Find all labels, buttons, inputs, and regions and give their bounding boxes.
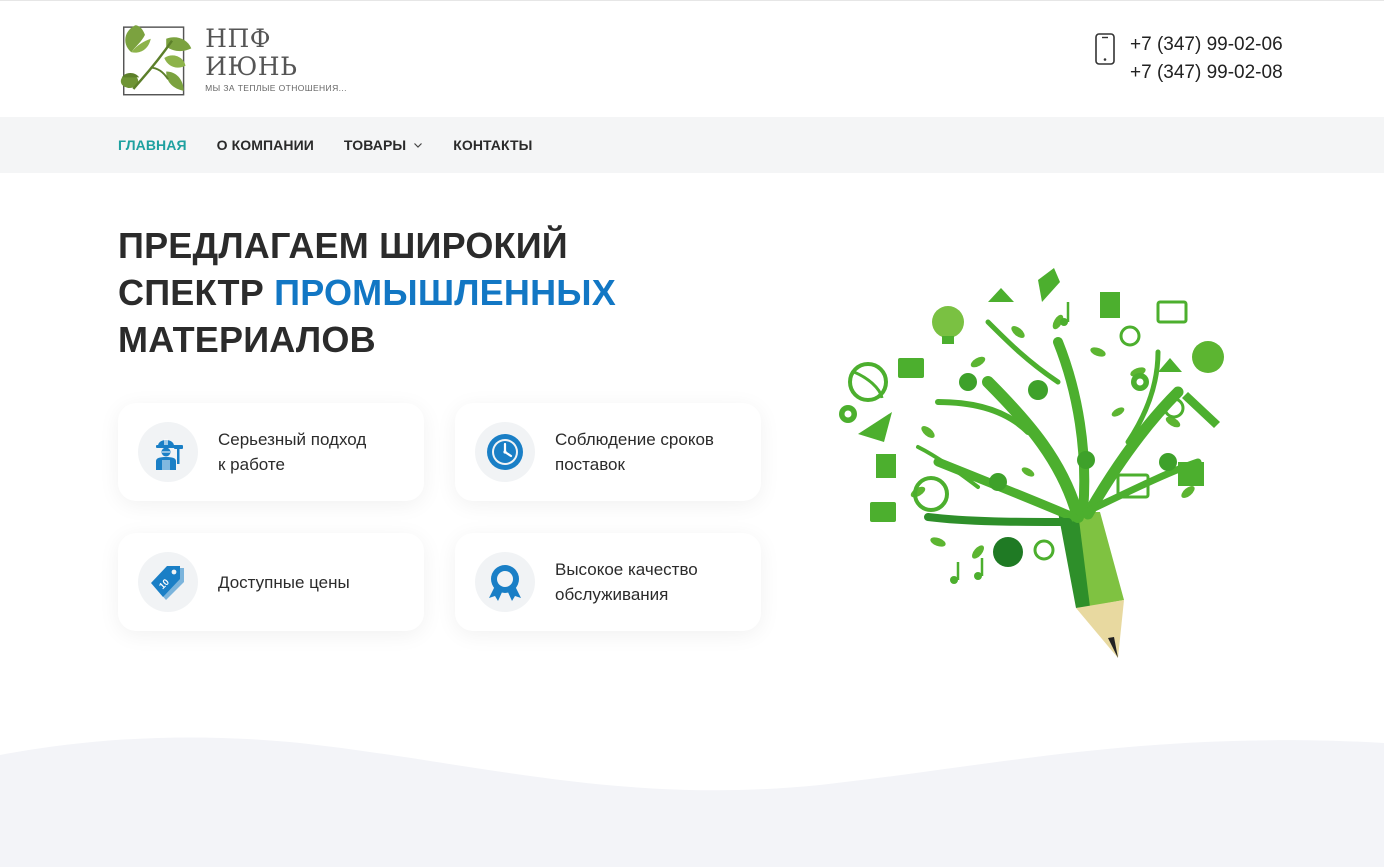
nav-item-about[interactable]: О КОМПАНИИ <box>217 137 314 153</box>
feature-text-line-1: Серьезный подход <box>218 430 367 449</box>
knowledge-tree-illustration <box>839 268 1224 658</box>
hero-title: ПРЕДЛАГАЕМ ШИРОКИЙ СПЕКТР ПРОМЫШЛЕННЫХ М… <box>118 222 758 363</box>
hero-title-line-2: СПЕКТР <box>118 272 275 313</box>
hero-title-line-3: МАТЕРИАЛОВ <box>118 319 376 360</box>
feature-text-line-1: Соблюдение сроков <box>555 430 714 449</box>
award-ribbon-icon <box>489 565 521 601</box>
chevron-down-icon <box>414 143 423 148</box>
brand-name: НПФ ИЮНЬ <box>205 24 298 81</box>
oak-leaf-logo-icon <box>120 25 192 96</box>
nav-item-products[interactable]: ТОВАРЫ <box>344 137 423 153</box>
nav-label-contacts: КОНТАКТЫ <box>453 137 533 153</box>
clock-icon <box>487 434 523 470</box>
header-phones: +7 (347) 99-02-06 +7 (347) 99-02-08 <box>1094 31 1283 91</box>
site-header: НПФ ИЮНЬ МЫ ЗА ТЕПЛЫЕ ОТНОШЕНИЯ... +7 (3… <box>0 1 1384 117</box>
price-tag-icon: 10 <box>151 566 184 600</box>
site-logo[interactable]: НПФ ИЮНЬ МЫ ЗА ТЕПЛЫЕ ОТНОШЕНИЯ... <box>116 17 366 101</box>
feature-icon-wrap: 10 <box>138 552 198 612</box>
feature-text: Соблюдение сроков поставок <box>555 427 714 477</box>
phone-number-2[interactable]: +7 (347) 99-02-08 <box>1130 59 1283 87</box>
feature-text-line-2: обслуживания <box>555 585 669 604</box>
nav-item-home[interactable]: ГЛАВНАЯ <box>118 137 187 153</box>
mobile-phone-icon <box>1095 33 1115 65</box>
nav-label-home: ГЛАВНАЯ <box>118 137 187 153</box>
main-nav: ГЛАВНАЯ О КОМПАНИИ ТОВАРЫ КОНТАКТЫ <box>0 117 1384 173</box>
feature-text-line-2: к работе <box>218 455 285 474</box>
feature-icon-wrap <box>138 422 198 482</box>
nav-item-contacts[interactable]: КОНТАКТЫ <box>453 137 532 153</box>
feature-card-quality: Высокое качество обслуживания <box>455 533 761 631</box>
feature-text: Серьезный подход к работе <box>218 427 366 477</box>
phone-number-1[interactable]: +7 (347) 99-02-06 <box>1130 31 1283 59</box>
feature-text: Высокое качество обслуживания <box>555 557 698 607</box>
brand-tagline: МЫ ЗА ТЕПЛЫЕ ОТНОШЕНИЯ... <box>205 83 347 93</box>
nav-label-products: ТОВАРЫ <box>343 137 407 153</box>
hero-title-line-1: ПРЕДЛАГАЕМ ШИРОКИЙ <box>118 225 568 266</box>
feature-text: Доступные цены <box>218 570 350 595</box>
section-wave-divider <box>0 737 1384 867</box>
feature-text-line-1: Доступные цены <box>218 572 350 592</box>
feature-text-line-2: поставок <box>555 455 625 474</box>
feature-card-prices: 10 Доступные цены <box>118 533 424 631</box>
feature-card-deadlines: Соблюдение сроков поставок <box>455 403 761 501</box>
worker-icon <box>156 439 183 470</box>
feature-card-approach: Серьезный подход к работе <box>118 403 424 501</box>
feature-icon-wrap <box>475 552 535 612</box>
hero-title-accent: ПРОМЫШЛЕННЫХ <box>274 272 616 313</box>
feature-icon-wrap <box>475 422 535 482</box>
feature-text-line-1: Высокое качество <box>555 560 698 579</box>
nav-label-about: О КОМПАНИИ <box>216 137 314 153</box>
